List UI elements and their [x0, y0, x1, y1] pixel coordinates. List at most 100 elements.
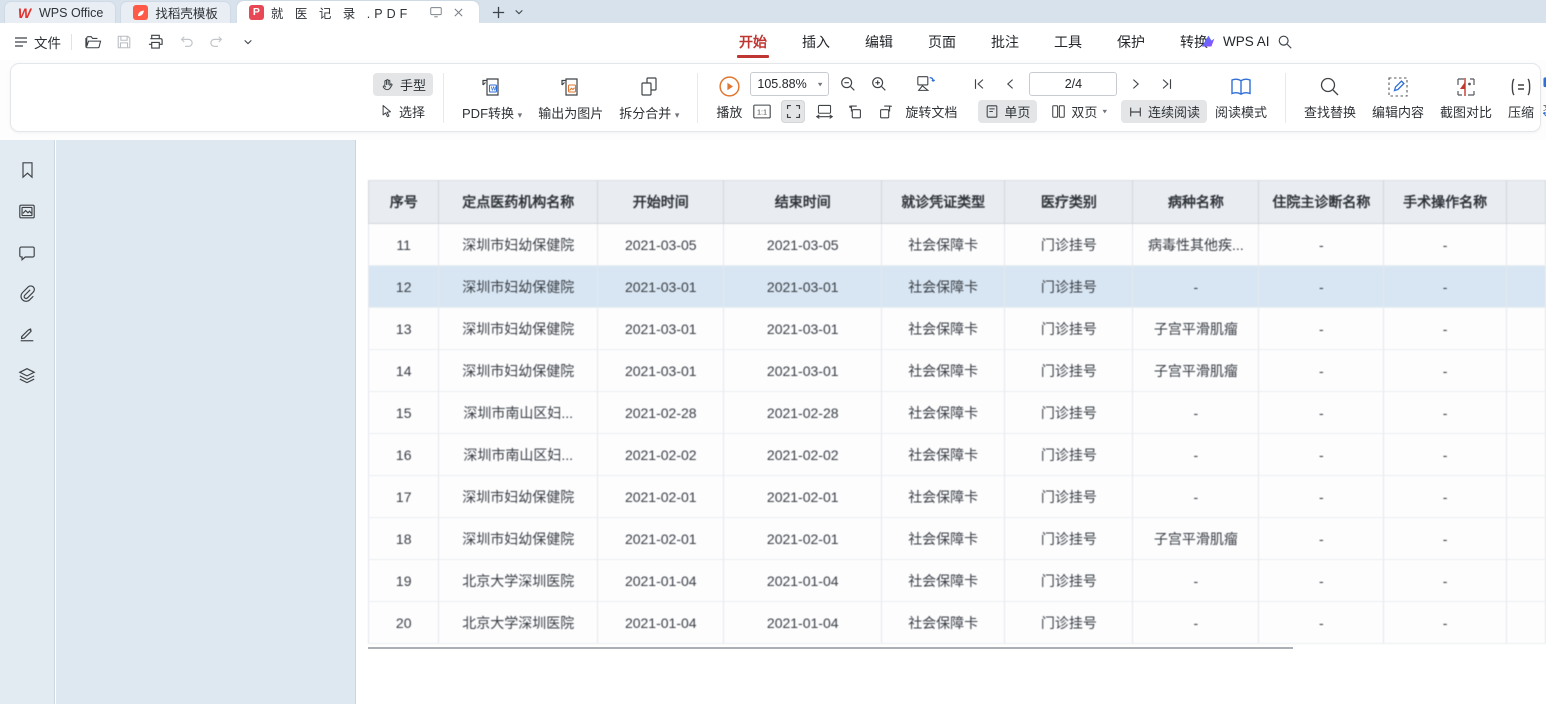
find-replace-button[interactable]: 查找替换: [1296, 73, 1364, 123]
page-indicator-value: 2/4: [1065, 77, 1082, 91]
table-cell: 门诊挂号: [1005, 308, 1133, 350]
open-file-icon[interactable]: [82, 31, 104, 53]
signature-icon[interactable]: [17, 324, 37, 344]
table-row: 11深圳市妇幼保健院2021-03-052021-03-05社会保障卡门诊挂号病…: [369, 224, 1546, 266]
actual-size-icon[interactable]: 1:1: [750, 100, 774, 123]
table-cell: -: [1259, 518, 1384, 560]
file-menu-button[interactable]: 文件: [14, 32, 61, 52]
edit-content-button[interactable]: 编辑内容: [1364, 73, 1432, 123]
first-page-icon[interactable]: [967, 73, 991, 96]
undo-icon[interactable]: [175, 31, 197, 53]
table-cell: -: [1259, 350, 1384, 392]
full-translate-button[interactable]: A 文 全文翻译: [1542, 75, 1546, 94]
table-cell: 17: [369, 476, 439, 518]
table-cell: -: [1384, 602, 1507, 644]
menu-item-5[interactable]: 工具: [1052, 24, 1084, 60]
menu-item-0[interactable]: 开始: [737, 24, 769, 60]
menu-item-1[interactable]: 插入: [800, 24, 832, 60]
full-translate-icon: A 文: [1542, 76, 1546, 93]
table-cell: 社会保障卡: [881, 476, 1004, 518]
table-cell: 子宫平滑肌瘤: [1133, 350, 1259, 392]
table-cell: 2021-03-01: [724, 350, 882, 392]
export-image-icon: [558, 74, 584, 100]
tab-list-chevron-icon[interactable]: [509, 2, 529, 22]
export-as-image-button[interactable]: 输出为图片: [530, 72, 611, 124]
rotate-right-icon[interactable]: [874, 100, 898, 123]
last-page-icon[interactable]: [1155, 73, 1179, 96]
rotate-left-icon[interactable]: [843, 100, 867, 123]
table-cell: 病毒性其他疾...: [1133, 224, 1259, 266]
play-button[interactable]: 播放: [708, 72, 750, 123]
bookmark-icon[interactable]: [17, 160, 37, 180]
comment-icon[interactable]: [17, 242, 37, 262]
menu-item-3[interactable]: 页面: [926, 24, 958, 60]
close-tab-icon[interactable]: [451, 4, 467, 20]
table-cell: -: [1133, 602, 1259, 644]
table-row: 16深圳市南山区妇...2021-02-022021-02-02社会保障卡门诊挂…: [369, 434, 1546, 476]
quick-access-chevron-icon[interactable]: [237, 31, 259, 53]
fit-width-icon[interactable]: [812, 100, 836, 123]
cast-screen-icon[interactable]: [428, 4, 444, 20]
redo-icon[interactable]: [206, 31, 228, 53]
compress-button[interactable]: 压缩: [1500, 73, 1542, 123]
table-cell: 15: [369, 392, 439, 434]
tab-pdf-document[interactable]: P 就 医 记 录 .PDF: [237, 1, 479, 23]
rotate-pages-icon[interactable]: [914, 73, 938, 96]
tab-docer-templates[interactable]: 找稻壳模板: [120, 1, 231, 23]
previous-page-icon[interactable]: [998, 73, 1022, 96]
table-cell: -: [1133, 560, 1259, 602]
menu-item-6[interactable]: 保护: [1115, 24, 1147, 60]
pdf-convert-button[interactable]: W PDF转换 ▾: [454, 72, 530, 124]
continuous-read-button[interactable]: 连续阅读: [1121, 100, 1207, 123]
single-page-button[interactable]: 单页: [978, 100, 1037, 123]
attachment-icon[interactable]: [17, 283, 37, 303]
wps-ai-icon: [1200, 34, 1217, 49]
tab-label: 就 医 记 录 .PDF: [271, 3, 421, 22]
menu-item-4[interactable]: 批注: [989, 24, 1021, 60]
next-page-icon[interactable]: [1124, 73, 1148, 96]
page-indicator-input[interactable]: 2/4: [1029, 72, 1117, 96]
hand-tool-button[interactable]: 手型: [373, 73, 433, 96]
column-header: [1507, 181, 1546, 224]
layers-icon[interactable]: [17, 365, 37, 385]
table-cell: [1507, 560, 1546, 602]
zoom-out-icon[interactable]: [836, 73, 860, 96]
zoom-in-icon[interactable]: [867, 73, 891, 96]
read-mode-button[interactable]: 阅读模式: [1207, 73, 1275, 123]
thumbnail-icon[interactable]: [17, 201, 37, 221]
menu-item-2[interactable]: 编辑: [863, 24, 895, 60]
table-cell: 社会保障卡: [881, 266, 1004, 308]
word-translate-button[interactable]: 文 A 划词翻译 ▾: [1542, 101, 1546, 120]
table-cell: [1507, 350, 1546, 392]
read-mode-label: 阅读模式: [1215, 102, 1267, 121]
menu-search-icon[interactable]: [1274, 31, 1296, 53]
wps-logo-icon: W: [17, 5, 32, 20]
table-cell: [1507, 224, 1546, 266]
table-cell: 2021-02-28: [724, 392, 882, 434]
compress-icon: [1508, 75, 1534, 99]
split-merge-button[interactable]: 拆分合并 ▾: [611, 72, 687, 124]
table-cell: 社会保障卡: [881, 308, 1004, 350]
play-icon: [717, 74, 742, 99]
screenshot-compare-button[interactable]: 截图对比: [1432, 73, 1500, 123]
save-icon[interactable]: [113, 31, 135, 53]
table-row: 18深圳市妇幼保健院2021-02-012021-02-01社会保障卡门诊挂号子…: [369, 518, 1546, 560]
table-cell: -: [1259, 560, 1384, 602]
print-icon[interactable]: [144, 31, 166, 53]
split-merge-icon: [636, 74, 662, 100]
tab-wps-home[interactable]: W WPS Office: [4, 1, 116, 23]
double-page-button[interactable]: 双页 ▾: [1044, 100, 1114, 123]
medical-records-table: 序号定点医药机构名称开始时间结束时间就诊凭证类型医疗类别病种名称住院主诊断名称手…: [368, 180, 1546, 644]
fit-page-icon[interactable]: [781, 100, 805, 123]
select-tool-button[interactable]: 选择: [373, 100, 433, 123]
table-cell: 2021-03-05: [724, 224, 882, 266]
wps-ai-button[interactable]: WPS AI: [1200, 34, 1270, 49]
new-tab-icon[interactable]: [489, 2, 509, 22]
pdf-page[interactable]: 序号定点医药机构名称开始时间结束时间就诊凭证类型医疗类别病种名称住院主诊断名称手…: [357, 140, 1546, 704]
column-header: 手术操作名称: [1384, 181, 1507, 224]
zoom-level-input[interactable]: 105.88% ▾: [750, 72, 829, 96]
table-cell: 13: [369, 308, 439, 350]
navigation-panel[interactable]: [56, 140, 356, 704]
table-cell: 2021-03-01: [724, 308, 882, 350]
rotate-doc-label[interactable]: 旋转文档: [905, 102, 957, 121]
